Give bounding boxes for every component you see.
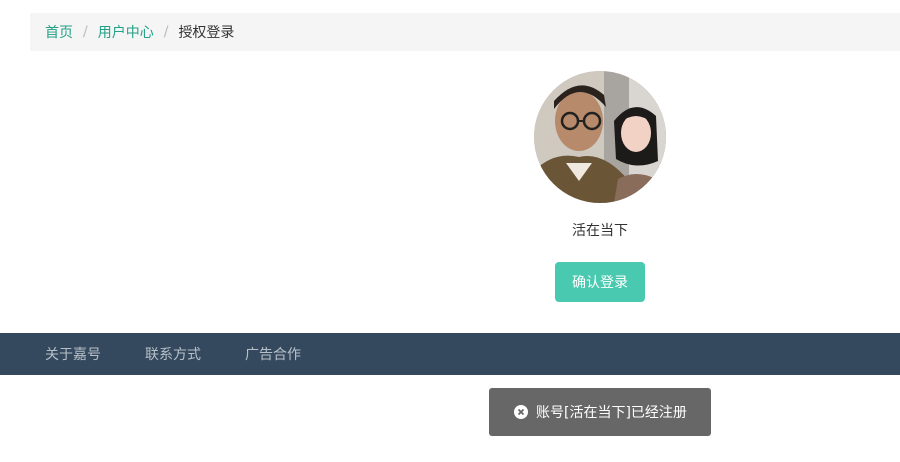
toast-text: 账号[活在当下]已经注册 <box>536 405 687 421</box>
breadcrumb-separator: / <box>83 24 88 40</box>
avatar <box>534 71 666 203</box>
user-avatar-photo-icon <box>534 71 666 203</box>
close-circle-icon <box>514 405 528 419</box>
breadcrumb-current: 授权登录 <box>178 25 235 41</box>
breadcrumb-user-center-link[interactable]: 用户中心 <box>98 22 154 42</box>
footer-nav: 关于嘉号 联系方式 广告合作 <box>0 333 900 375</box>
breadcrumb-home-link[interactable]: 首页 <box>45 22 73 42</box>
breadcrumb-separator: / <box>163 24 169 40</box>
username: 活在当下 <box>572 223 628 239</box>
footer-link-about[interactable]: 关于嘉号 <box>45 344 101 364</box>
footer-link-advertising[interactable]: 广告合作 <box>245 344 301 364</box>
page: 首页 / 用户中心 / 授权登录 活在当下 确认登录 关于嘉号 联系方式 广告合… <box>0 0 900 462</box>
breadcrumb: 首页 / 用户中心 / 授权登录 <box>30 13 900 51</box>
toast-message: 账号[活在当下]已经注册 <box>489 388 711 436</box>
footer-link-contact[interactable]: 联系方式 <box>145 344 201 364</box>
confirm-login-button[interactable]: 确认登录 <box>555 262 645 302</box>
